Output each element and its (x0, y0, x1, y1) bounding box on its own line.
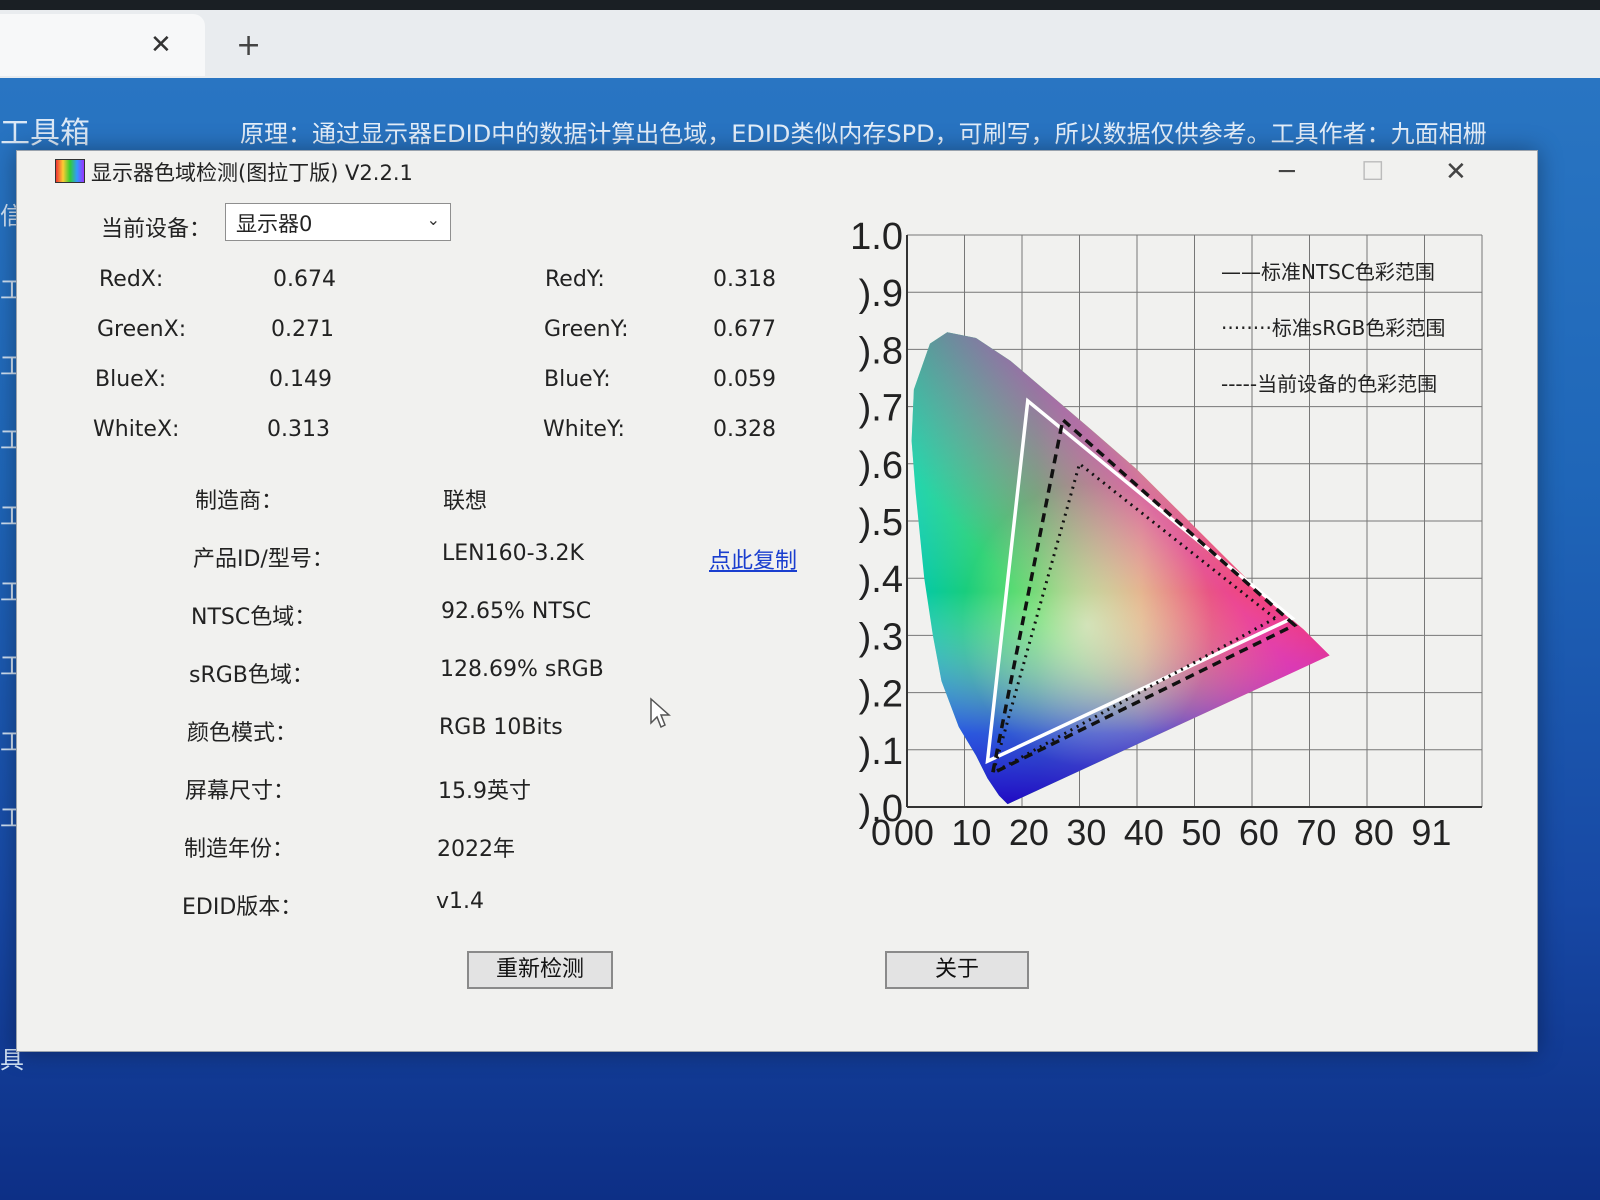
srgb-value: 128.69% sRGB (440, 657, 604, 682)
background-note: 原理：通过显示器EDID中的数据计算出色域，EDID类似内存SPD，可刷写，所以… (240, 120, 1487, 148)
redx-label: RedX: (99, 267, 164, 292)
manufacturer-value: 联想 (443, 489, 488, 514)
mouse-cursor-icon (650, 697, 671, 729)
bluex-value: 0.149 (269, 367, 332, 392)
screen-size-label: 屏幕尺寸： (185, 779, 296, 804)
bluex-label: BlueX: (95, 367, 167, 392)
browser-tab[interactable] (0, 14, 205, 76)
bluey-value: 0.059 (713, 367, 776, 392)
legend-entry: -----当前设备的色彩范围 (1221, 372, 1437, 396)
manufacturer-label: 制造商： (195, 489, 284, 514)
device-select[interactable]: 显示器0 ⌄ (225, 203, 451, 241)
copy-link[interactable]: 点此复制 (709, 543, 797, 575)
close-button[interactable]: ✕ (1445, 157, 1467, 187)
browser-tab-bar: ✕ + (0, 0, 1600, 78)
y-tick-label: ).4 (859, 559, 903, 601)
x-tick-label: 30 (1066, 812, 1106, 853)
background-app-title: 工具箱 (0, 116, 90, 151)
redetect-button[interactable]: 重新检测 (467, 951, 613, 989)
ntsc-label: NTSC色域： (191, 605, 317, 630)
chevron-down-icon: ⌄ (426, 210, 440, 229)
y-tick-label: ).6 (859, 445, 903, 487)
legend-entry: ——标准NTSC色彩范围 (1221, 260, 1435, 284)
whitey-label: WhiteY: (543, 417, 625, 442)
tab-bar-edge (0, 0, 1600, 10)
greeny-value: 0.677 (713, 317, 776, 342)
gamut-dialog: 显示器色域检测(图拉丁版) V2.2.1 ─ ☐ ✕ 当前设备： 显示器0 ⌄ … (16, 150, 1538, 1052)
y-tick-label: ).3 (859, 616, 903, 658)
x-tick-label: 91 (1411, 812, 1451, 853)
edid-version-label: EDID版本： (182, 895, 303, 920)
y-tick-label: ).9 (859, 273, 903, 315)
x-tick-label: 80 (1354, 812, 1394, 853)
monitor-icon (55, 159, 85, 183)
x-tick-label: 50 (1181, 812, 1221, 853)
product-id-value: LEN160-3.2K (442, 541, 584, 566)
x-tick-label: 0 (871, 812, 891, 853)
greenx-label: GreenX: (97, 317, 187, 342)
whitex-label: WhiteX: (93, 417, 180, 442)
tab-close-icon[interactable]: ✕ (150, 30, 172, 60)
maximize-button[interactable]: ☐ (1361, 157, 1384, 187)
y-tick-label: ).7 (859, 388, 903, 430)
redy-label: RedY: (545, 267, 605, 292)
redy-value: 0.318 (713, 267, 776, 292)
year-label: 制造年份： (184, 837, 295, 862)
cie-chromaticity-chart: ).0).1).2).3).4).5).6).7).8).91.00 00 10 20… (850, 216, 1483, 853)
about-button[interactable]: 关于 (885, 951, 1029, 989)
new-tab-icon[interactable]: + (236, 28, 261, 63)
whitex-value: 0.313 (267, 417, 330, 442)
product-id-label: 产品ID/型号： (193, 547, 334, 572)
spectral-locus-shade (911, 332, 1330, 805)
x-tick-label: 20 (1009, 812, 1049, 853)
y-tick-label: ).8 (859, 330, 903, 372)
y-tick-label: 1.0 (850, 216, 903, 258)
screen-size-value: 15.9英寸 (438, 779, 531, 804)
bluey-label: BlueY: (544, 367, 611, 392)
y-tick-label: ).1 (859, 731, 903, 773)
y-tick-label: ).5 (859, 502, 903, 544)
device-selected-value: 显示器0 (236, 212, 313, 236)
x-tick-label: 00 (894, 812, 934, 853)
ntsc-value: 92.65% NTSC (441, 599, 592, 624)
edid-version-value: v1.4 (436, 889, 485, 914)
window-title: 显示器色域检测(图拉丁版) V2.2.1 (91, 161, 413, 185)
srgb-label: sRGB色域： (189, 663, 314, 688)
y-tick-label: ).2 (859, 674, 903, 716)
x-tick-label: 60 (1239, 812, 1279, 853)
color-mode-label: 颜色模式： (187, 721, 298, 746)
year-value: 2022年 (437, 837, 515, 862)
device-label: 当前设备： (101, 217, 212, 242)
x-tick-label: 10 (951, 812, 991, 853)
title-bar: 显示器色域检测(图拉丁版) V2.2.1 ─ ☐ ✕ (17, 151, 1537, 197)
greenx-value: 0.271 (271, 317, 334, 342)
x-tick-label: 40 (1124, 812, 1164, 853)
minimize-button[interactable]: ─ (1279, 157, 1295, 187)
x-tick-label: 70 (1296, 812, 1336, 853)
whitey-value: 0.328 (713, 417, 776, 442)
legend-entry: ········标准sRGB色彩范围 (1221, 316, 1445, 340)
color-mode-value: RGB 10Bits (439, 715, 563, 740)
redx-value: 0.674 (273, 267, 336, 292)
greeny-label: GreenY: (544, 317, 629, 342)
